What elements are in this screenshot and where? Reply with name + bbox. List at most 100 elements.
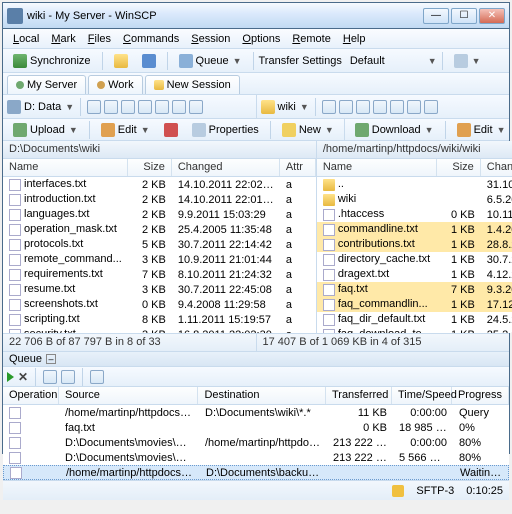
col-size[interactable]: Size bbox=[128, 159, 172, 176]
synchronize-button[interactable]: Synchronize bbox=[7, 52, 97, 70]
properties-local-button[interactable]: Properties bbox=[186, 121, 265, 139]
file-row[interactable]: faq.txt7 KB9.3.2012 9:09:44rw-r--r-- bbox=[317, 282, 512, 297]
transfer-settings-value[interactable]: Default bbox=[344, 55, 425, 67]
file-row[interactable]: requirements.txt7 KB8.10.2011 21:24:32a bbox=[3, 267, 316, 282]
edit-remote-button[interactable]: Edit▼ bbox=[451, 121, 512, 139]
nav-back-local[interactable] bbox=[87, 100, 101, 114]
nav-home-local[interactable] bbox=[138, 100, 152, 114]
col-name[interactable]: Name bbox=[317, 159, 437, 176]
qcol-transferred[interactable]: Transferred bbox=[326, 387, 392, 404]
titlebar[interactable]: wiki - My Server - WinSCP — ☐ ✕ bbox=[3, 3, 509, 29]
nav-refresh-local[interactable] bbox=[155, 100, 169, 114]
new-local-button[interactable]: New▼ bbox=[276, 121, 340, 139]
queue-row[interactable]: /home/martinp/httpdocs/for...D:\Document… bbox=[3, 465, 509, 480]
queue-row[interactable]: D:\Documents\movies\Movi.../home/martinp… bbox=[3, 435, 509, 450]
nav-find-local[interactable] bbox=[172, 100, 186, 114]
remote-file-list[interactable]: ..31.10.2011 23:03:09rwxr-xr-xwiki6.5.20… bbox=[317, 177, 512, 333]
nav-home-remote[interactable] bbox=[373, 100, 387, 114]
menu-options[interactable]: Options bbox=[236, 33, 286, 45]
file-row[interactable]: protocols.txt5 KB30.7.2011 22:14:42a bbox=[3, 237, 316, 252]
queue-action3[interactable] bbox=[90, 370, 104, 384]
nav-up-remote[interactable] bbox=[356, 100, 370, 114]
delete-local-button[interactable] bbox=[158, 121, 184, 139]
check-button[interactable] bbox=[136, 52, 162, 70]
file-row[interactable]: interfaces.txt2 KB14.10.2011 22:02:00a bbox=[3, 177, 316, 192]
nav-up-local[interactable] bbox=[121, 100, 135, 114]
file-row[interactable]: commandline.txt1 KB1.4.2012 11:53:47rw-r… bbox=[317, 222, 512, 237]
queue-list[interactable]: /home/martinp/httpdocs/wik...D:\Document… bbox=[3, 405, 509, 480]
browse-button[interactable] bbox=[108, 52, 134, 70]
minimize-button[interactable]: — bbox=[423, 8, 449, 24]
tab-new-session[interactable]: New Session bbox=[145, 75, 240, 94]
qcol-progress[interactable]: Progress bbox=[452, 387, 509, 404]
edit-local-button[interactable]: Edit▼ bbox=[95, 121, 156, 139]
file-row[interactable]: wiki6.5.2012 21:36:46rwxr-xr-x bbox=[317, 192, 512, 207]
remote-drive-select[interactable]: wiki bbox=[278, 101, 296, 113]
menu-session[interactable]: Session bbox=[185, 33, 236, 45]
file-row[interactable]: security.txt3 KB16.8.2011 22:02:30a bbox=[3, 327, 316, 333]
file-row[interactable]: directory_cache.txt1 KB30.7.2011 22:24:5… bbox=[317, 252, 512, 267]
menu-files[interactable]: Files bbox=[82, 33, 117, 45]
nav-tree-local[interactable] bbox=[189, 100, 203, 114]
file-row[interactable]: dragext.txt1 KB4.12.2012 22:19:32rw-r--r… bbox=[317, 267, 512, 282]
edit-icon bbox=[457, 123, 471, 137]
tab-my-server[interactable]: My Server bbox=[7, 75, 86, 94]
maximize-button[interactable]: ☐ bbox=[451, 8, 477, 24]
qcol-operation[interactable]: Operation bbox=[3, 387, 59, 404]
nav-back-remote[interactable] bbox=[322, 100, 336, 114]
file-row[interactable]: screenshots.txt0 KB9.4.2008 11:29:58a bbox=[3, 297, 316, 312]
file-row[interactable]: scripting.txt8 KB1.11.2011 15:19:57a bbox=[3, 312, 316, 327]
qcol-destination[interactable]: Destination bbox=[198, 387, 326, 404]
menu-local[interactable]: Local bbox=[7, 33, 45, 45]
file-row[interactable]: languages.txt2 KB9.9.2011 15:03:29a bbox=[3, 207, 316, 222]
queue-play-icon[interactable] bbox=[7, 372, 14, 382]
settings-button[interactable]: ▼ bbox=[448, 52, 487, 70]
local-path[interactable]: D:\Documents\wiki bbox=[3, 141, 316, 159]
upload-button[interactable]: Upload▼ bbox=[7, 121, 84, 139]
file-row[interactable]: .htaccess0 KB10.11.2004 21:46:46rw-r--r-… bbox=[317, 207, 512, 222]
file-row[interactable]: remote_command...3 KB10.9.2011 21:01:44a bbox=[3, 252, 316, 267]
queue-row[interactable]: D:\Documents\movies\Movi...213 222 KB5 5… bbox=[3, 450, 509, 465]
file-row[interactable]: faq_dir_default.txt1 KB24.5.2011 11:17:2… bbox=[317, 312, 512, 327]
queue-row[interactable]: faq.txt0 KB18 985 B/s0% bbox=[3, 420, 509, 435]
file-row[interactable]: introduction.txt2 KB14.10.2011 22:01:26a bbox=[3, 192, 316, 207]
menu-help[interactable]: Help bbox=[337, 33, 372, 45]
file-row[interactable]: faq_commandlin...1 KB17.12.2004 11:45:36… bbox=[317, 297, 512, 312]
col-size[interactable]: Size bbox=[437, 159, 481, 176]
queue-collapse-icon[interactable]: – bbox=[46, 354, 56, 364]
col-changed[interactable]: Changed bbox=[172, 159, 280, 176]
file-row[interactable]: faq_download_te...1 KB25.2.2011 18:54:30… bbox=[317, 327, 512, 333]
download-button[interactable]: Download▼ bbox=[349, 121, 440, 139]
file-row[interactable]: operation_mask.txt2 KB25.4.2005 11:35:48… bbox=[3, 222, 316, 237]
col-attr[interactable]: Attr bbox=[280, 159, 316, 176]
menu-remote[interactable]: Remote bbox=[286, 33, 337, 45]
queue-header[interactable]: Queue – bbox=[3, 351, 509, 367]
remote-path[interactable]: /home/martinp/httpdocs/wiki/wiki bbox=[317, 141, 512, 159]
col-changed[interactable]: Changed bbox=[481, 159, 512, 176]
file-row[interactable]: contributions.txt1 KB28.8.2011 7:14:44rw… bbox=[317, 237, 512, 252]
nav-find-remote[interactable] bbox=[407, 100, 421, 114]
queue-row[interactable]: /home/martinp/httpdocs/wik...D:\Document… bbox=[3, 405, 509, 420]
menu-commands[interactable]: Commands bbox=[117, 33, 185, 45]
queue-stop-icon[interactable]: ✕ bbox=[18, 370, 28, 384]
file-row[interactable]: resume.txt3 KB30.7.2011 22:45:08a bbox=[3, 282, 316, 297]
close-button[interactable]: ✕ bbox=[479, 8, 505, 24]
local-drive-select[interactable]: D: Data bbox=[24, 101, 61, 113]
qcol-timespeed[interactable]: Time/Speed bbox=[392, 387, 452, 404]
menu-mark[interactable]: Mark bbox=[45, 33, 81, 45]
check-icon bbox=[142, 54, 156, 68]
file-row[interactable]: ..31.10.2011 23:03:09rwxr-xr-x bbox=[317, 177, 512, 192]
tab-work[interactable]: Work bbox=[88, 75, 142, 94]
local-status: 22 706 B of 87 797 B in 8 of 33 bbox=[3, 334, 256, 351]
nav-fwd-remote[interactable] bbox=[339, 100, 353, 114]
local-file-list[interactable]: interfaces.txt2 KB14.10.2011 22:02:00ain… bbox=[3, 177, 316, 333]
nav-tree-remote[interactable] bbox=[424, 100, 438, 114]
qcol-source[interactable]: Source bbox=[59, 387, 198, 404]
queue-button[interactable]: Queue▼ bbox=[173, 52, 248, 70]
queue-action2[interactable] bbox=[61, 370, 75, 384]
folder-icon bbox=[114, 54, 128, 68]
col-name[interactable]: Name bbox=[3, 159, 128, 176]
nav-refresh-remote[interactable] bbox=[390, 100, 404, 114]
queue-action1[interactable] bbox=[43, 370, 57, 384]
nav-fwd-local[interactable] bbox=[104, 100, 118, 114]
